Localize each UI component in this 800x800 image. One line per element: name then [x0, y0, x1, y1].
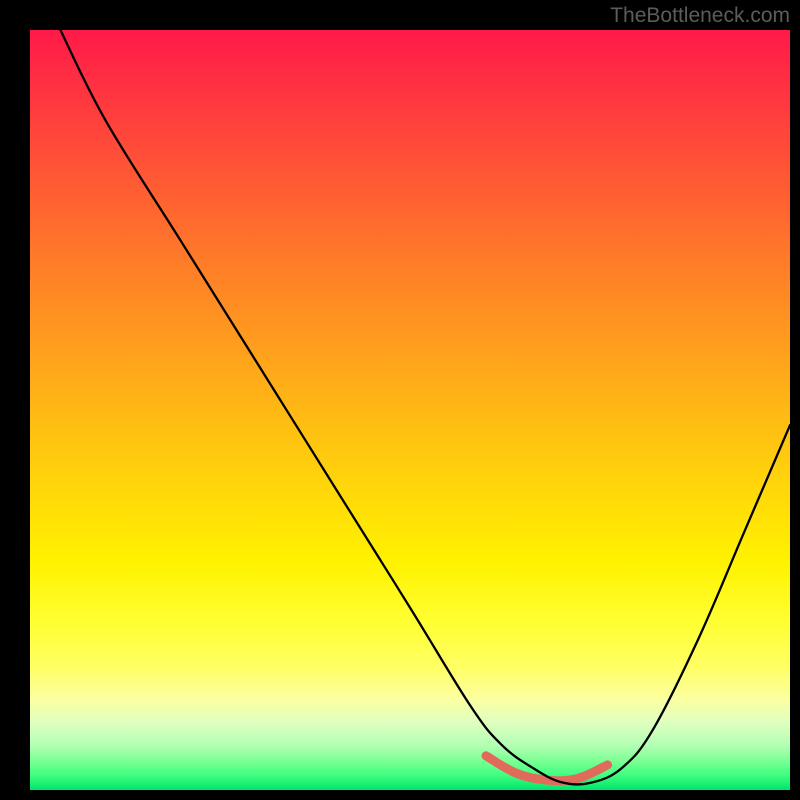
plot-area: [30, 30, 790, 790]
bottleneck-curve: [60, 30, 790, 784]
chart-container: TheBottleneck.com: [0, 0, 800, 800]
chart-svg: [30, 30, 790, 790]
watermark-text: TheBottleneck.com: [610, 4, 790, 28]
